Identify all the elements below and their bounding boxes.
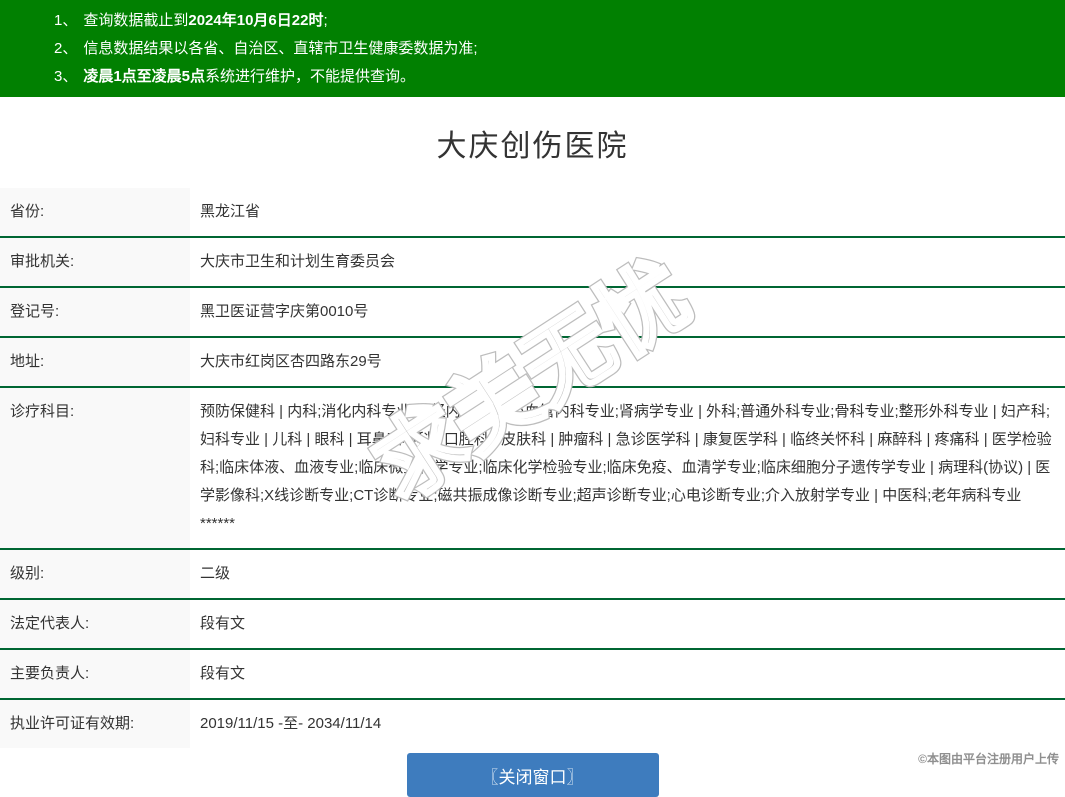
notice-number: 2、 xyxy=(54,40,78,57)
notice-text-bold: 2024年10月6日22时 xyxy=(188,12,324,29)
row-value: 段有文 xyxy=(200,665,246,682)
close-window-button[interactable]: 〖关闭窗口〗 xyxy=(406,753,659,797)
row-label: 登记号: xyxy=(0,287,190,337)
row-value: 大庆市红岗区杏四路东29号 xyxy=(200,353,382,370)
row-value: 2019/11/15 -至- 2034/11/14 xyxy=(200,715,382,732)
notice-item-1: 1、 查询数据截止到2024年10月6日22时; xyxy=(54,7,1055,35)
table-row: 执业许可证有效期: 2019/11/15 -至- 2034/11/14 xyxy=(0,699,1065,748)
notice-number: 3、 xyxy=(54,68,78,85)
row-label: 级别: xyxy=(0,549,190,599)
table-row: 审批机关: 大庆市卫生和计划生育委员会 xyxy=(0,237,1065,287)
row-label: 诊疗科目: xyxy=(0,387,190,549)
notice-text: 信息数据结果以各省、自治区、直辖市卫生健康委数据为准; xyxy=(83,40,478,57)
notice-text: 系统进行维护，不能提供查询。 xyxy=(205,68,416,85)
row-label: 省份: xyxy=(0,188,190,237)
row-label: 主要负责人: xyxy=(0,649,190,699)
title-area: 大庆创伤医院 xyxy=(0,97,1065,188)
row-label: 执业许可证有效期: xyxy=(0,699,190,748)
table-row: 诊疗科目: 预防保健科 | 内科;消化内科专业;神经内科专业;心血管内科专业;肾病… xyxy=(0,387,1065,549)
table-row: 省份: 黑龙江省 xyxy=(0,188,1065,237)
notice-banner: 1、 查询数据截止到2024年10月6日22时; 2、 信息数据结果以各省、自治区、… xyxy=(0,0,1065,97)
row-value: 黑卫医证营字庆第0010号 xyxy=(200,303,369,320)
table-row: 级别: 二级 xyxy=(0,549,1065,599)
notice-item-2: 2、 信息数据结果以各省、自治区、直辖市卫生健康委数据为准; xyxy=(54,35,1055,63)
table-row: 登记号: 黑卫医证营字庆第0010号 xyxy=(0,287,1065,337)
row-label: 审批机关: xyxy=(0,237,190,287)
row-label: 地址: xyxy=(0,337,190,387)
row-label: 法定代表人: xyxy=(0,599,190,649)
table-row: 主要负责人: 段有文 xyxy=(0,649,1065,699)
notice-text: ; xyxy=(323,12,328,29)
row-value: 黑龙江省 xyxy=(200,203,261,220)
page-title: 大庆创伤医院 xyxy=(436,130,629,163)
row-value: 二级 xyxy=(200,565,231,582)
button-row: 〖关闭窗口〗 xyxy=(0,753,1065,797)
info-table-body: 省份: 黑龙江省 审批机关: 大庆市卫生和计划生育委员会 登记号: 黑卫医证营字庆第001… xyxy=(0,188,1065,748)
notice-text-bold: 凌晨1点至凌晨5点 xyxy=(83,68,206,85)
row-value: 大庆市卫生和计划生育委员会 xyxy=(200,253,396,270)
table-row: 地址: 大庆市红岗区杏四路东29号 xyxy=(0,337,1065,387)
row-value: 预防保健科 | 内科;消化内科专业;神经内科专业;心血管内科专业;肾病学专业 |… xyxy=(200,403,1052,532)
row-value: 段有文 xyxy=(200,615,246,632)
notice-item-3: 3、 凌晨1点至凌晨5点系统进行维护，不能提供查询。 xyxy=(54,63,1055,91)
notice-number: 1、 xyxy=(54,12,78,29)
notice-text: 查询数据截止到 xyxy=(83,12,189,29)
table-row: 法定代表人: 段有文 xyxy=(0,599,1065,649)
hospital-info-table: 省份: 黑龙江省 审批机关: 大庆市卫生和计划生育委员会 登记号: 黑卫医证营字庆第001… xyxy=(0,188,1065,748)
